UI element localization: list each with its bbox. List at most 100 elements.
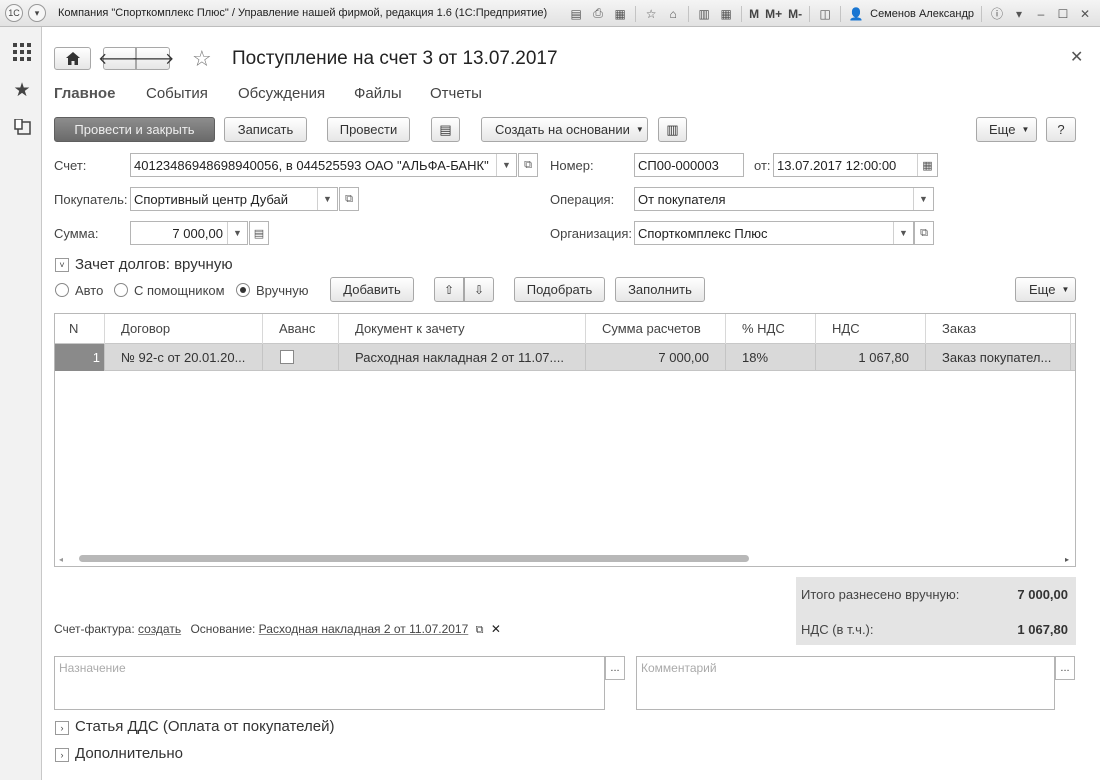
comment-textarea[interactable]: Комментарий <box>636 656 1055 710</box>
buyer-field[interactable]: Спортивный центр Дубай ▼ <box>130 187 338 211</box>
date-field[interactable]: 13.07.2017 12:00:00 ▦ <box>773 153 938 177</box>
scroll-left-arrow[interactable]: ◂ <box>59 555 63 564</box>
column-sum[interactable]: Сумма расчетов <box>586 314 726 344</box>
dds-group-title[interactable]: Статья ДДС (Оплата от покупателей) <box>75 718 335 735</box>
operation-field[interactable]: От покупателя ▼ <box>634 187 934 211</box>
cell-vat-rate[interactable]: 18% <box>726 344 816 371</box>
history-icon[interactable]: ⌂ <box>664 4 682 24</box>
extra-group-title[interactable]: Дополнительно <box>75 745 183 762</box>
column-n[interactable]: N <box>55 314 105 344</box>
favorite-icon[interactable]: ☆ <box>642 4 660 24</box>
purpose-open-button[interactable]: ... <box>605 656 625 680</box>
dds-expand-toggle[interactable]: › <box>55 721 69 735</box>
cell-order[interactable]: Заказ покупател... <box>926 344 1071 371</box>
sum-dropdown-icon[interactable]: ▼ <box>227 222 247 244</box>
cell-vat[interactable]: 1 067,80 <box>816 344 926 371</box>
number-field[interactable]: СП00-000003 <box>634 153 744 177</box>
radio-auto[interactable] <box>55 283 69 297</box>
favorite-star-icon[interactable]: ☆ <box>192 46 212 72</box>
save-button[interactable]: Записать <box>224 117 307 142</box>
report-button[interactable]: ▥ <box>658 117 687 142</box>
operation-dropdown-icon[interactable]: ▼ <box>913 188 933 210</box>
favorites-star-icon[interactable]: ★ <box>11 79 33 101</box>
cell-document[interactable]: Расходная накладная 2 от 11.07.... <box>339 344 586 371</box>
invoice-create-link[interactable]: создать <box>138 622 181 636</box>
column-document[interactable]: Документ к зачету <box>339 314 586 344</box>
home-button[interactable] <box>54 47 91 70</box>
pick-button[interactable]: Подобрать <box>514 277 605 302</box>
user-name[interactable]: Семенов Александр <box>870 8 974 20</box>
basis-select-icon[interactable]: ⧉ <box>476 624 484 636</box>
info-icon[interactable]: ⓘ <box>988 4 1006 24</box>
info-menu-chevron-icon[interactable]: ▾ <box>1010 4 1028 24</box>
buyer-open-button[interactable]: ⧉ <box>339 187 359 211</box>
table-more-button[interactable]: Еще ▼ <box>1015 277 1076 302</box>
purpose-textarea[interactable]: Назначение <box>54 656 605 710</box>
buyer-dropdown-icon[interactable]: ▼ <box>317 188 337 210</box>
app-logo-icon[interactable]: 1С <box>5 4 23 22</box>
column-vat[interactable]: НДС <box>816 314 926 344</box>
create-based-on-button[interactable]: Создать на основании ▼ <box>481 117 648 142</box>
tab-discussions[interactable]: Обсуждения <box>238 85 325 102</box>
fill-button[interactable]: Заполнить <box>615 277 705 302</box>
post-button[interactable]: Провести <box>327 117 410 142</box>
account-open-button[interactable]: ⧉ <box>518 153 538 177</box>
help-button[interactable]: ? <box>1046 117 1076 142</box>
cell-contract[interactable]: № 92-с от 20.01.20... <box>105 344 263 371</box>
column-contract[interactable]: Договор <box>105 314 263 344</box>
organization-open-button[interactable]: ⧉ <box>914 221 934 245</box>
add-row-button[interactable]: Добавить <box>330 277 414 302</box>
scrollbar-thumb[interactable] <box>79 555 749 562</box>
forward-button[interactable]: 🡒 <box>132 47 174 70</box>
tab-files[interactable]: Файлы <box>354 85 402 102</box>
sum-field[interactable]: 7 000,00 ▼ <box>130 221 248 245</box>
column-vat-rate[interactable]: % НДС <box>726 314 816 344</box>
post-and-close-button[interactable]: Провести и закрыть <box>54 117 215 142</box>
tab-main[interactable]: Главное <box>54 85 115 102</box>
memory-plus-button[interactable]: M+ <box>765 7 782 21</box>
minimize-icon[interactable]: – <box>1032 4 1050 24</box>
sections-menu-icon[interactable] <box>11 41 33 63</box>
memory-m-button[interactable]: M <box>749 7 759 21</box>
tab-events[interactable]: События <box>146 85 208 102</box>
calculator-icon[interactable]: ▥ <box>695 4 713 24</box>
print-icon[interactable]: ⎙ <box>589 4 607 24</box>
column-order[interactable]: Заказ <box>926 314 1071 344</box>
advance-checkbox[interactable] <box>280 350 294 364</box>
sum-calculator-button[interactable]: ▤ <box>249 221 269 245</box>
window-layout-icon[interactable]: ◫ <box>816 4 834 24</box>
comment-open-button[interactable]: ... <box>1055 656 1075 680</box>
vat-total-label: НДС (в т.ч.): <box>801 622 874 637</box>
print-document-button[interactable]: ▤ <box>431 117 460 142</box>
preview-icon[interactable]: ▦ <box>611 4 629 24</box>
more-actions-button[interactable]: Еще ▼ <box>976 117 1037 142</box>
account-dropdown-icon[interactable]: ▼ <box>496 154 516 176</box>
basis-link[interactable]: Расходная накладная 2 от 11.07.2017 <box>259 622 469 636</box>
organization-dropdown-icon[interactable]: ▼ <box>893 222 913 244</box>
tab-reports[interactable]: Отчеты <box>430 85 482 102</box>
cell-advance[interactable] <box>263 344 339 371</box>
calendar-icon[interactable]: ▦ <box>917 154 937 176</box>
close-window-icon[interactable]: ✕ <box>1076 4 1094 24</box>
memory-minus-button[interactable]: M- <box>788 7 802 21</box>
column-advance[interactable]: Аванс <box>263 314 339 344</box>
horizontal-scrollbar[interactable] <box>67 555 1063 562</box>
account-field[interactable]: 40123486948698940056, в 044525593 ОАО "А… <box>130 153 517 177</box>
calendar-icon[interactable]: ▦ <box>717 4 735 24</box>
close-form-icon[interactable]: ✕ <box>1070 47 1083 67</box>
debt-offset-collapse-toggle[interactable]: ˅ <box>55 258 69 272</box>
basis-clear-icon[interactable]: ✕ <box>491 622 501 636</box>
main-menu-button[interactable]: ▾ <box>28 4 46 22</box>
cell-sum[interactable]: 7 000,00 <box>586 344 726 371</box>
extra-expand-toggle[interactable]: › <box>55 748 69 762</box>
history-windows-icon[interactable] <box>11 117 33 139</box>
radio-manual[interactable] <box>236 283 250 297</box>
move-down-button[interactable]: ⇩ <box>464 277 494 302</box>
move-up-button[interactable]: ⇧ <box>434 277 464 302</box>
maximize-icon[interactable]: ☐ <box>1054 4 1072 24</box>
radio-helper[interactable] <box>114 283 128 297</box>
save-icon[interactable]: ▤ <box>567 4 585 24</box>
table-row[interactable]: 1 № 92-с от 20.01.20... Расходная наклад… <box>55 344 1075 371</box>
organization-field[interactable]: Спорткомплекс Плюс ▼ <box>634 221 914 245</box>
scroll-right-arrow[interactable]: ▸ <box>1065 555 1069 564</box>
